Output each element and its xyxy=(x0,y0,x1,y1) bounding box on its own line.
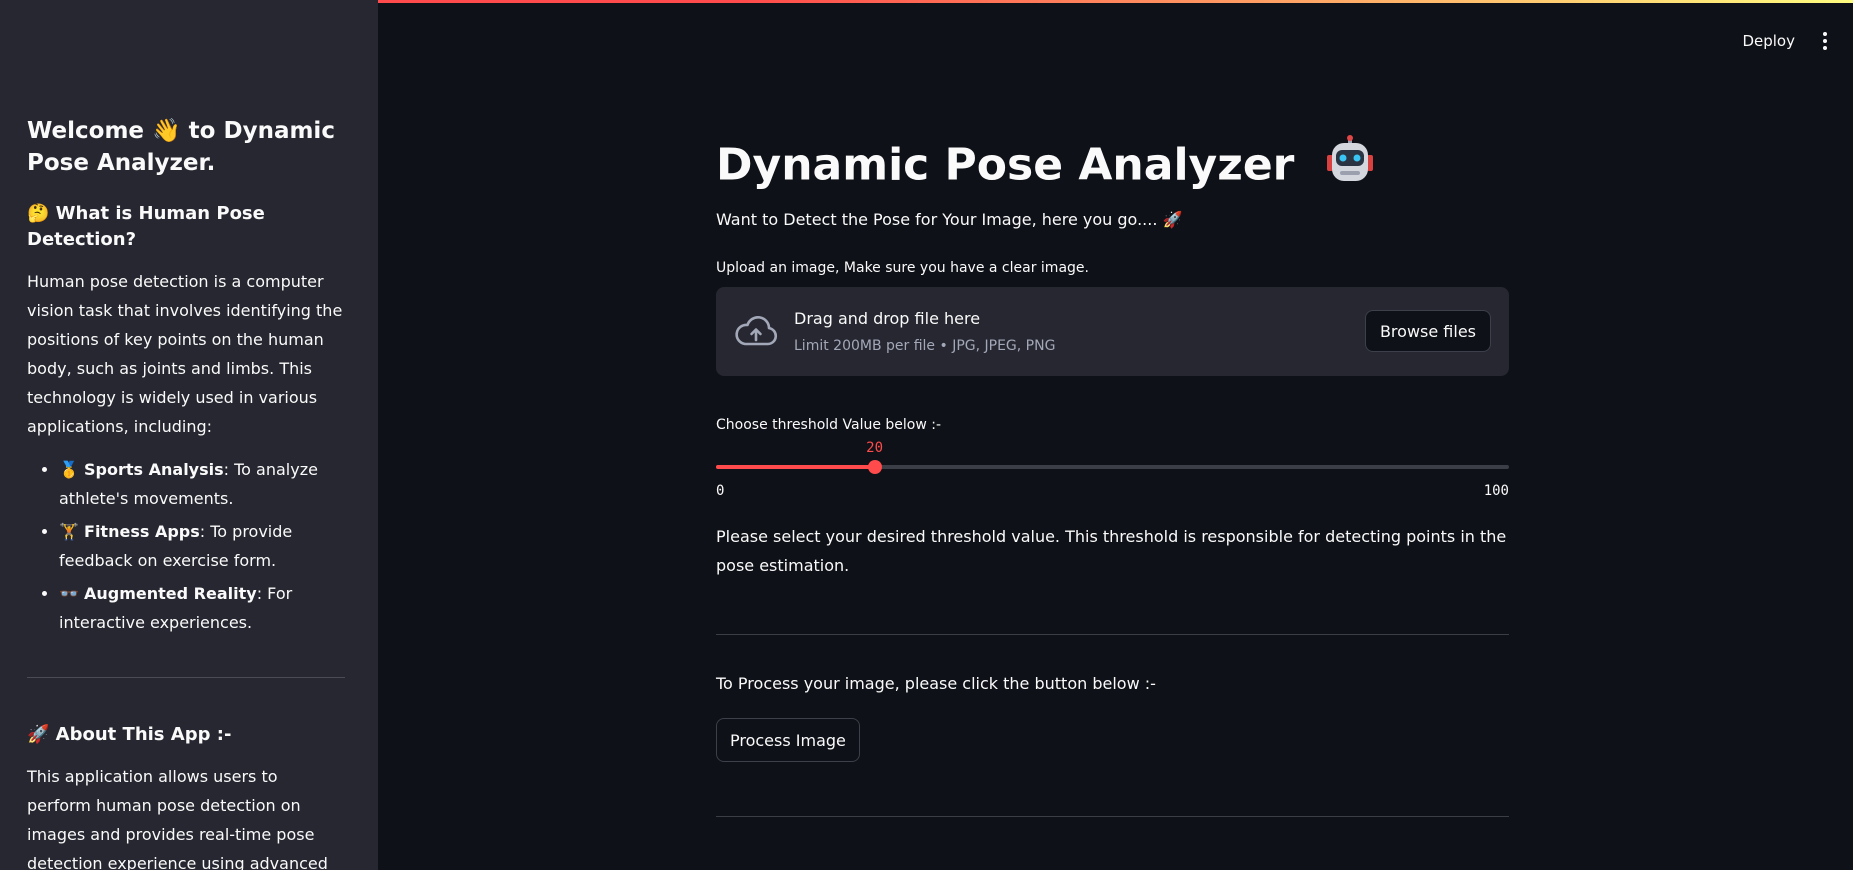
sidebar: Welcome 👋 to Dynamic Pose Analyzer. 🤔 Wh… xyxy=(0,0,378,870)
weightlifter-icon: 🏋️ xyxy=(59,522,79,541)
dropzone-limit: Limit 200MB per file • JPG, JPEG, PNG xyxy=(794,338,1056,354)
file-uploader-dropzone[interactable]: Drag and drop file here Limit 200MB per … xyxy=(716,287,1509,376)
list-item-bold: Augmented Reality xyxy=(84,584,257,603)
medal-icon: 🥇 xyxy=(59,460,79,479)
list-item: 🥇 Sports Analysis: To analyze athlete's … xyxy=(59,455,345,513)
slider-min: 0 xyxy=(716,483,725,499)
slider-fill xyxy=(716,465,875,469)
slider-max: 100 xyxy=(1483,483,1509,499)
page-title-text: Dynamic Pose Analyzer xyxy=(716,139,1295,191)
sidebar-heading-pose-detection: 🤔 What is Human Pose Detection? xyxy=(27,203,265,250)
browse-files-button[interactable]: Browse files xyxy=(1364,310,1491,352)
slider-thumb[interactable] xyxy=(867,460,882,474)
header-actions: Deploy xyxy=(1734,28,1827,54)
page-subtitle: Want to Detect the Pose for Your Image, … xyxy=(716,210,1183,229)
uploader-label: Upload an image, Make sure you have a cl… xyxy=(716,260,1089,276)
sidebar-about-description: This application allows users to perform… xyxy=(27,767,328,870)
cloud-upload-icon xyxy=(734,315,778,353)
threshold-label: Choose threshold Value below :- xyxy=(716,417,942,433)
sidebar-pose-description: Human pose detection is a computer visio… xyxy=(27,272,343,436)
threshold-slider[interactable] xyxy=(716,460,1509,474)
sidebar-title: Welcome 👋 to Dynamic Pose Analyzer. xyxy=(27,118,335,176)
sidebar-heading-about: 🚀 About This App :- xyxy=(27,724,232,745)
list-item: 👓 Augmented Reality: For interactive exp… xyxy=(59,579,345,637)
page-title: Dynamic Pose Analyzer xyxy=(716,135,1376,200)
divider xyxy=(716,816,1509,817)
dropzone-instructions: Drag and drop file here xyxy=(794,309,981,328)
list-item-bold: Sports Analysis xyxy=(84,460,224,479)
kebab-menu-icon[interactable] xyxy=(1823,32,1827,50)
sidebar-divider xyxy=(27,677,345,678)
glasses-icon: 👓 xyxy=(59,584,79,603)
threshold-description: Please select your desired threshold val… xyxy=(716,527,1507,575)
deploy-button[interactable]: Deploy xyxy=(1734,28,1803,54)
robot-icon xyxy=(1324,135,1376,200)
sidebar-content: Welcome 👋 to Dynamic Pose Analyzer. 🤔 Wh… xyxy=(27,115,345,870)
list-item-bold: Fitness Apps xyxy=(84,522,200,541)
process-image-button[interactable]: Process Image xyxy=(716,718,860,762)
threshold-value: 20 xyxy=(866,440,884,456)
list-item: 🏋️ Fitness Apps: To provide feedback on … xyxy=(59,517,345,575)
divider xyxy=(716,634,1509,635)
applications-list: 🥇 Sports Analysis: To analyze athlete's … xyxy=(27,455,345,637)
process-instructions: To Process your image, please click the … xyxy=(716,674,1156,693)
